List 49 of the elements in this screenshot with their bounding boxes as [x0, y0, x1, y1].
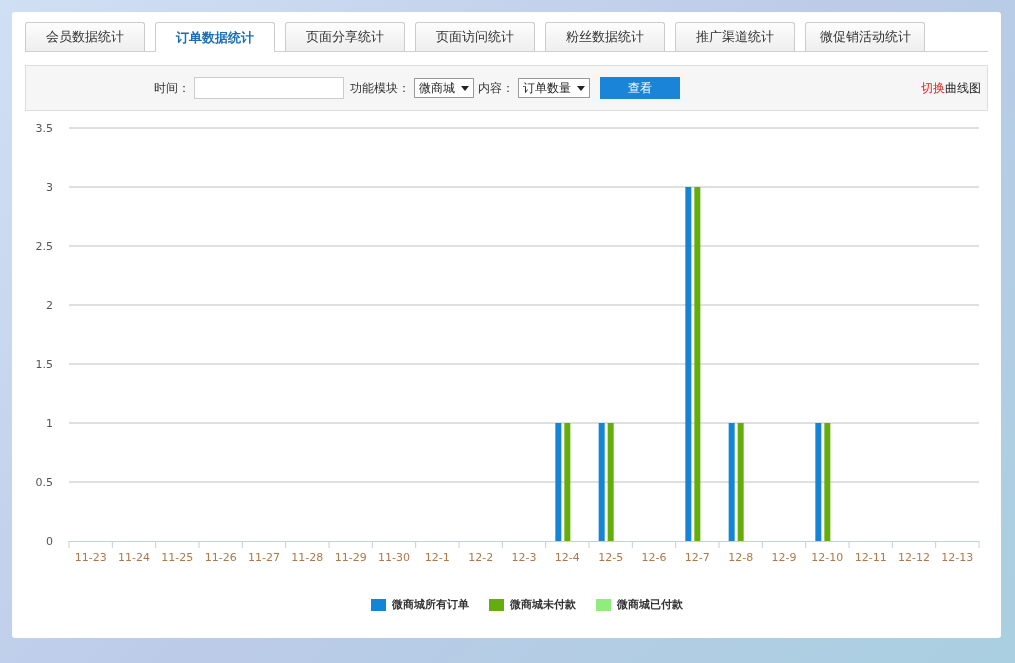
- tab[interactable]: 订单数据统计: [155, 22, 275, 52]
- x-tick-label: 11-23: [74, 551, 107, 564]
- tab[interactable]: 推广渠道统计: [675, 22, 795, 51]
- x-tick-label: 12-9: [771, 551, 797, 564]
- x-tick-label: 12-6: [641, 551, 667, 564]
- x-tick-label: 11-29: [334, 551, 367, 564]
- x-tick-label: 12-4: [554, 551, 580, 564]
- y-tick-label: 0: [46, 535, 53, 548]
- legend-label: 微商城已付款: [616, 597, 683, 612]
- y-tick-label: 3.5: [35, 122, 53, 135]
- tab[interactable]: 页面访问统计: [415, 22, 535, 51]
- tab[interactable]: 微促销活动统计: [805, 22, 925, 51]
- legend-label: 微商城所有订单: [391, 597, 469, 612]
- legend-label: 微商城未付款: [509, 597, 576, 612]
- view-button[interactable]: 查看: [600, 77, 680, 99]
- x-tick-label: 12-7: [684, 551, 710, 564]
- time-field[interactable]: [194, 77, 344, 99]
- y-tick-label: 3: [46, 181, 53, 194]
- x-tick-label: 11-30: [378, 551, 410, 564]
- x-tick-label: 11-26: [204, 551, 237, 564]
- tab[interactable]: 会员数据统计: [25, 22, 145, 51]
- x-tick-label: 11-28: [291, 551, 324, 564]
- x-tick-label: 12-2: [468, 551, 494, 564]
- caret-icon: [577, 85, 585, 91]
- x-tick-label: 11-25: [161, 551, 194, 564]
- x-tick-label: 12-5: [598, 551, 624, 564]
- module-label: 功能模块：: [350, 79, 410, 97]
- x-tick-label: 12-10: [811, 551, 844, 564]
- caret-icon: [461, 85, 469, 91]
- toggle-chart-link[interactable]: 切换曲线图: [921, 79, 981, 97]
- y-tick-label: 2.5: [35, 240, 53, 253]
- y-tick-label: 1: [46, 417, 53, 430]
- tab[interactable]: 页面分享统计: [285, 22, 405, 51]
- tab[interactable]: 粉丝数据统计: [545, 22, 665, 51]
- x-tick-label: 12-3: [511, 551, 537, 564]
- y-tick-label: 0.5: [35, 476, 53, 489]
- content-label: 内容：: [478, 79, 514, 97]
- x-tick-label: 12-11: [854, 551, 887, 564]
- x-tick-label: 11-24: [118, 551, 150, 564]
- y-tick-label: 1.5: [35, 358, 53, 371]
- time-label: 时间：: [154, 79, 190, 97]
- module-dropdown[interactable]: 微商城: [414, 78, 474, 98]
- x-tick-label: 12-8: [728, 551, 754, 564]
- x-tick-label: 12-13: [941, 551, 974, 564]
- y-tick-label: 2: [46, 299, 53, 312]
- x-tick-label: 11-27: [248, 551, 280, 564]
- x-tick-label: 12-12: [898, 551, 930, 564]
- content-dropdown[interactable]: 订单数量: [518, 78, 590, 98]
- x-tick-label: 12-1: [424, 551, 450, 564]
